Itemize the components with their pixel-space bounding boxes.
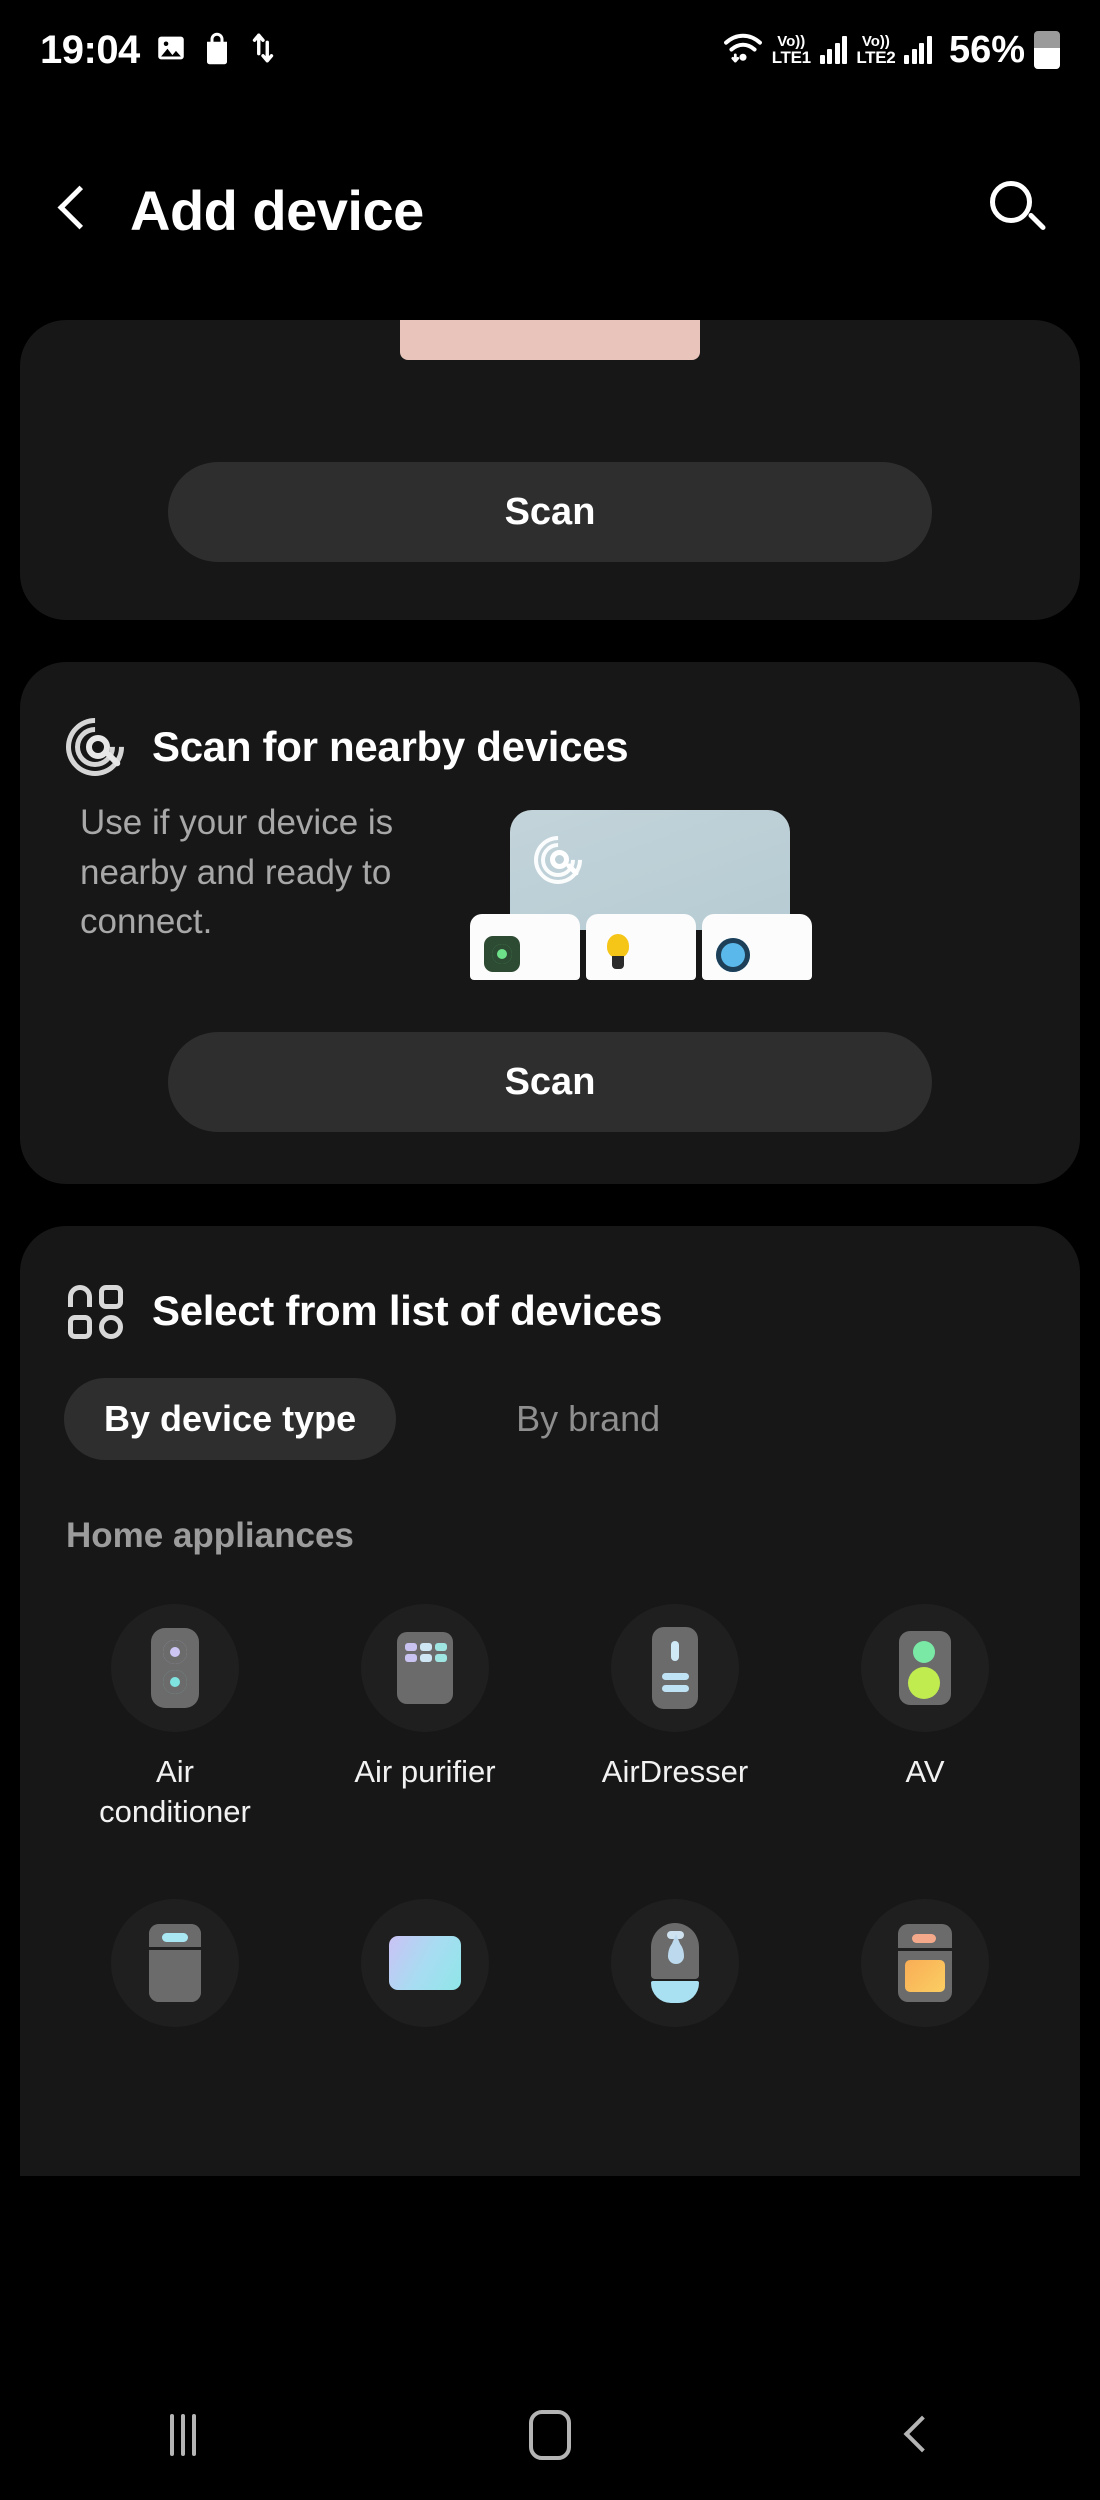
tab-by-device-type[interactable]: By device type bbox=[64, 1378, 397, 1460]
battery-icon bbox=[1034, 31, 1060, 69]
device-type-grid: Air conditioner Air purifier AirDresser bbox=[20, 1556, 1080, 2047]
shopping-bag-icon bbox=[202, 31, 232, 70]
dishwasher-icon bbox=[111, 1898, 239, 2027]
select-list-title: Select from list of devices bbox=[152, 1287, 663, 1334]
qr-scan-illustration bbox=[400, 320, 700, 380]
tv-icon bbox=[361, 1898, 489, 2027]
device-filter-tabs: By device type By brand bbox=[20, 1378, 1080, 1460]
status-bar: 19:04 Vo)) LTE1 Vo)) LTE2 56% bbox=[0, 0, 1100, 100]
device-card-sensor bbox=[702, 914, 812, 980]
qr-scan-card[interactable]: Scan bbox=[20, 320, 1080, 620]
sim1-volte-badge: Vo)) LTE1 bbox=[771, 33, 811, 67]
page-title: Add device bbox=[130, 178, 424, 242]
smart-hub-graphic bbox=[510, 810, 790, 930]
qr-phone-graphic bbox=[400, 320, 700, 360]
airdresser-icon bbox=[611, 1604, 739, 1732]
status-bar-left: 19:04 bbox=[40, 28, 280, 73]
lightbulb-icon bbox=[600, 934, 636, 972]
scroll-content[interactable]: Scan Scan for nearby devices Use if your… bbox=[0, 320, 1100, 2370]
device-item-air-conditioner[interactable]: Air conditioner bbox=[50, 1604, 300, 1833]
system-nav-bar bbox=[0, 2370, 1100, 2500]
wifi-icon bbox=[723, 31, 763, 70]
device-item-av[interactable]: AV bbox=[800, 1604, 1050, 1833]
select-from-list-card: Select from list of devices By device ty… bbox=[20, 1226, 1080, 2176]
recents-icon[interactable] bbox=[128, 2380, 238, 2490]
scan-nearby-illustration bbox=[470, 810, 812, 980]
scan-nearby-card: Scan for nearby devices Use if your devi… bbox=[20, 662, 1080, 1184]
status-bar-right: Vo)) LTE1 Vo)) LTE2 56% bbox=[723, 29, 1060, 72]
status-time: 19:04 bbox=[40, 27, 140, 72]
sensor-icon bbox=[716, 938, 750, 972]
device-label: AV bbox=[905, 1754, 945, 1789]
air-conditioner-icon bbox=[111, 1604, 239, 1732]
scan-nearby-title: Scan for nearby devices bbox=[152, 723, 629, 770]
dehumidifier-icon bbox=[611, 1898, 739, 2027]
back-button[interactable] bbox=[48, 183, 102, 237]
air-purifier-icon bbox=[361, 1604, 489, 1732]
scan-nearby-header: Scan for nearby devices bbox=[20, 705, 1080, 789]
data-transfer-icon bbox=[246, 31, 280, 70]
image-icon bbox=[154, 31, 188, 70]
search-icon[interactable] bbox=[982, 175, 1052, 245]
radar-scan-icon bbox=[53, 705, 137, 789]
av-speaker-icon bbox=[861, 1604, 989, 1732]
device-item-dehumidifier[interactable] bbox=[550, 1898, 800, 2047]
device-label: AirDresser bbox=[601, 1754, 749, 1789]
device-item-airdresser[interactable]: AirDresser bbox=[550, 1604, 800, 1833]
device-item-dishwasher[interactable] bbox=[50, 1898, 300, 2047]
back-icon[interactable] bbox=[862, 2380, 972, 2490]
hub-icon bbox=[484, 936, 520, 972]
sim1-signal-icon bbox=[819, 36, 848, 64]
tab-by-brand[interactable]: By brand bbox=[448, 1378, 728, 1460]
hub-radar-icon bbox=[524, 826, 592, 894]
nearby-scan-button[interactable]: Scan bbox=[168, 1032, 932, 1132]
select-list-header: Select from list of devices bbox=[20, 1282, 1080, 1340]
nearby-device-cards bbox=[470, 914, 812, 980]
device-label: Air purifier bbox=[354, 1754, 496, 1789]
device-item-air-purifier[interactable]: Air purifier bbox=[300, 1604, 550, 1833]
app-bar: Add device bbox=[0, 100, 1100, 320]
add-device-screen: 19:04 Vo)) LTE1 Vo)) LTE2 56% Add device… bbox=[0, 0, 1100, 2500]
scan-nearby-body: Use if your device is nearby and ready t… bbox=[20, 798, 1080, 980]
device-label: Air conditioner bbox=[99, 1754, 251, 1830]
device-grid-icon bbox=[66, 1282, 124, 1340]
category-home-appliances: Home appliances bbox=[66, 1516, 354, 1555]
home-icon[interactable] bbox=[495, 2380, 605, 2490]
scan-nearby-description: Use if your device is nearby and ready t… bbox=[80, 803, 394, 942]
battery-percent: 56% bbox=[948, 28, 1025, 71]
sim2-volte-badge: Vo)) LTE2 bbox=[856, 33, 896, 67]
oven-icon bbox=[861, 1898, 989, 2027]
qr-scan-button[interactable]: Scan bbox=[168, 462, 932, 562]
device-item-tv[interactable] bbox=[300, 1898, 550, 2047]
device-card-hub bbox=[470, 914, 580, 980]
sim2-signal-icon bbox=[904, 36, 932, 64]
device-item-oven[interactable] bbox=[800, 1898, 1050, 2047]
device-card-bulb bbox=[586, 914, 696, 980]
